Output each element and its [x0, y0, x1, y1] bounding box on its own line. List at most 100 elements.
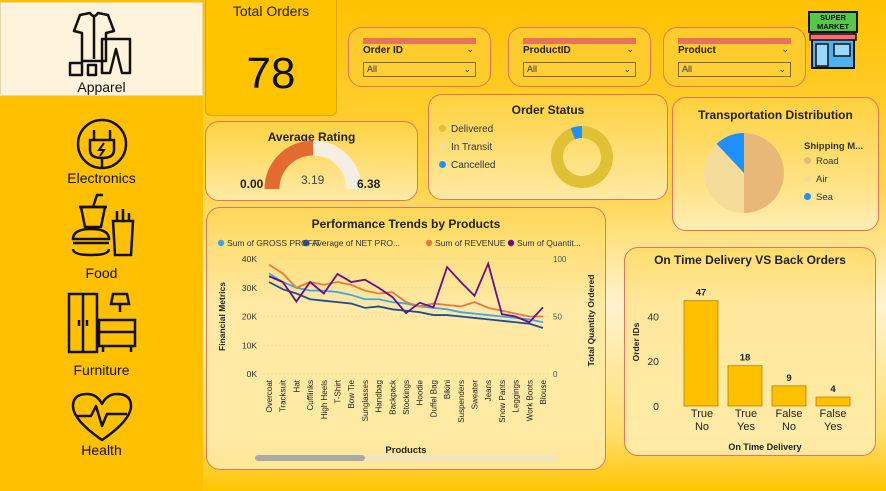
legend-marker [804, 157, 811, 164]
legend-delivered: Delivered [439, 124, 493, 135]
x-tick-label: Suspenders [457, 380, 466, 423]
order-status-card: Order Status Delivered In Transit Cancel… [428, 94, 668, 200]
y-tick-label: 40 [647, 311, 659, 323]
y2-tick-label: 0 [553, 370, 558, 379]
legend-sea: Sea [804, 192, 833, 203]
legend-marker [439, 161, 446, 168]
slicer-label: Product [678, 45, 716, 56]
y2-tick-label: 50 [553, 313, 562, 322]
legend-marker [507, 239, 515, 247]
order-id-slicer[interactable]: Order ID ⌄ All ⌄ [348, 27, 491, 87]
chevron-down-icon: ⌄ [623, 64, 631, 74]
y2-axis-title: Total Quantity Ordered [586, 275, 596, 367]
x-tick-label: Bow Tie [347, 379, 356, 408]
x-tick-label: Work Boots [525, 380, 534, 421]
slicer-label: Order ID [363, 45, 404, 56]
x-tick-label: Bikini [443, 380, 452, 399]
y-tick-label: 40K [242, 254, 257, 264]
y-axis-title: Order IDs [631, 322, 641, 361]
average-rating-card: Average Rating 0.00 3.19 6.38 [205, 121, 418, 201]
y-tick-label: 0K [247, 369, 258, 379]
sidebar-item-health[interactable]: Health [0, 390, 203, 470]
legend-label: Sum of REVENUE [435, 238, 506, 248]
x-tick-label: Jeans [484, 380, 493, 401]
chevron-down-icon: ⌄ [463, 64, 471, 74]
series-line [268, 281, 544, 329]
legend-marker [804, 175, 811, 182]
x-tick-label: Handbag [375, 380, 384, 412]
y-tick-label: 0 [653, 401, 659, 413]
y-tick-label: 20K [242, 312, 257, 322]
y-axis-title: Financial Metrics [217, 282, 227, 351]
y-tick-label: 20 [647, 356, 659, 368]
product-dropdown[interactable]: All ⌄ [678, 62, 791, 77]
bar [683, 300, 719, 407]
sidebar-item-apparel[interactable]: Apparel [0, 2, 203, 96]
legend-label: Average of NET PRO... [312, 238, 400, 248]
x-tick-label: Hat [292, 379, 301, 392]
slicer-value: All [682, 64, 693, 74]
x-tick-label: Snow Pants [498, 380, 507, 423]
legend-label: Road [816, 156, 839, 167]
bar [727, 365, 763, 407]
bar-category-label: True No [690, 408, 714, 433]
slicer-value: All [527, 64, 538, 74]
x-tick-label: Stockings [402, 380, 411, 415]
x-tick-label: Tracksuit [279, 379, 288, 412]
rating-gauge [264, 140, 362, 190]
x-tick-label: T-Shirt [334, 379, 343, 403]
bar-data-label: 18 [740, 353, 751, 364]
slicer-value: All [367, 64, 378, 74]
sidebar-item-label: Furniture [73, 362, 130, 378]
x-tick-label: Leggings [512, 380, 521, 412]
logo-line-1: SUPER [820, 13, 846, 22]
x-tick-label: Cufflinks [306, 380, 315, 411]
sidebar-item-electronics[interactable]: Electronics [0, 108, 203, 188]
product-slicer[interactable]: Product ⌄ All ⌄ [663, 27, 806, 87]
bar-data-label: 47 [696, 288, 707, 299]
legend-cancelled: Cancelled [439, 160, 495, 171]
transport-pie [704, 133, 784, 213]
chevron-down-icon[interactable]: ⌄ [781, 44, 789, 55]
legend-label: In Transit [451, 142, 493, 153]
total-orders-value: 78 [246, 49, 296, 98]
x-tick-label: Backpack [388, 379, 397, 415]
health-icon [71, 392, 132, 442]
transport-distribution-card: Transportation Distribution Shipping M..… [672, 97, 879, 231]
sidebar-item-label: Apparel [77, 79, 126, 95]
legend-label: Sea [816, 192, 833, 203]
order-id-dropdown[interactable]: All ⌄ [363, 62, 476, 77]
bar [815, 396, 851, 407]
sidebar-item-label: Food [85, 265, 118, 281]
supermarket-logo: SUPER MARKET [808, 11, 858, 69]
chevron-down-icon[interactable]: ⌄ [626, 44, 634, 55]
electronics-icon [76, 118, 127, 170]
total-orders-card: Total Orders 78 [205, 0, 337, 116]
product-id-slicer[interactable]: ProductID ⌄ All ⌄ [508, 27, 651, 87]
bar [771, 385, 807, 407]
x-tick-label: High Heels [320, 380, 329, 419]
performance-line-chart: Sum of GROSS PROFITAverage of NET PRO...… [217, 238, 596, 456]
x-tick-label: Sunglasses [361, 380, 370, 421]
food-icon [71, 193, 134, 257]
scrollbar-thumb[interactable] [255, 455, 365, 461]
bar-x-axis-title: On Time Delivery [728, 442, 802, 452]
legend-label: Air [816, 174, 828, 185]
horizontal-scrollbar[interactable] [255, 455, 557, 461]
legend-road: Road [804, 156, 839, 167]
x-tick-label: Duffel Bag [429, 380, 438, 417]
chevron-down-icon[interactable]: ⌄ [466, 44, 474, 55]
apparel-icon [68, 11, 131, 77]
y2-tick-label: 100 [553, 255, 567, 264]
donut-slice [551, 126, 613, 188]
chevron-down-icon: ⌄ [778, 64, 786, 74]
sidebar-item-food[interactable]: Food [0, 193, 203, 283]
sidebar-item-furniture[interactable]: Furniture [0, 290, 203, 380]
x-tick-label: Sweater [471, 380, 480, 410]
x-tick-label: Overcoat [265, 379, 274, 412]
logo-line-2: MARKET [817, 22, 849, 31]
y-tick-label: 30K [242, 283, 257, 293]
legend-label: Delivered [451, 124, 494, 135]
gauge-max: 6.38 [357, 177, 381, 191]
product-id-dropdown[interactable]: All ⌄ [523, 62, 636, 77]
